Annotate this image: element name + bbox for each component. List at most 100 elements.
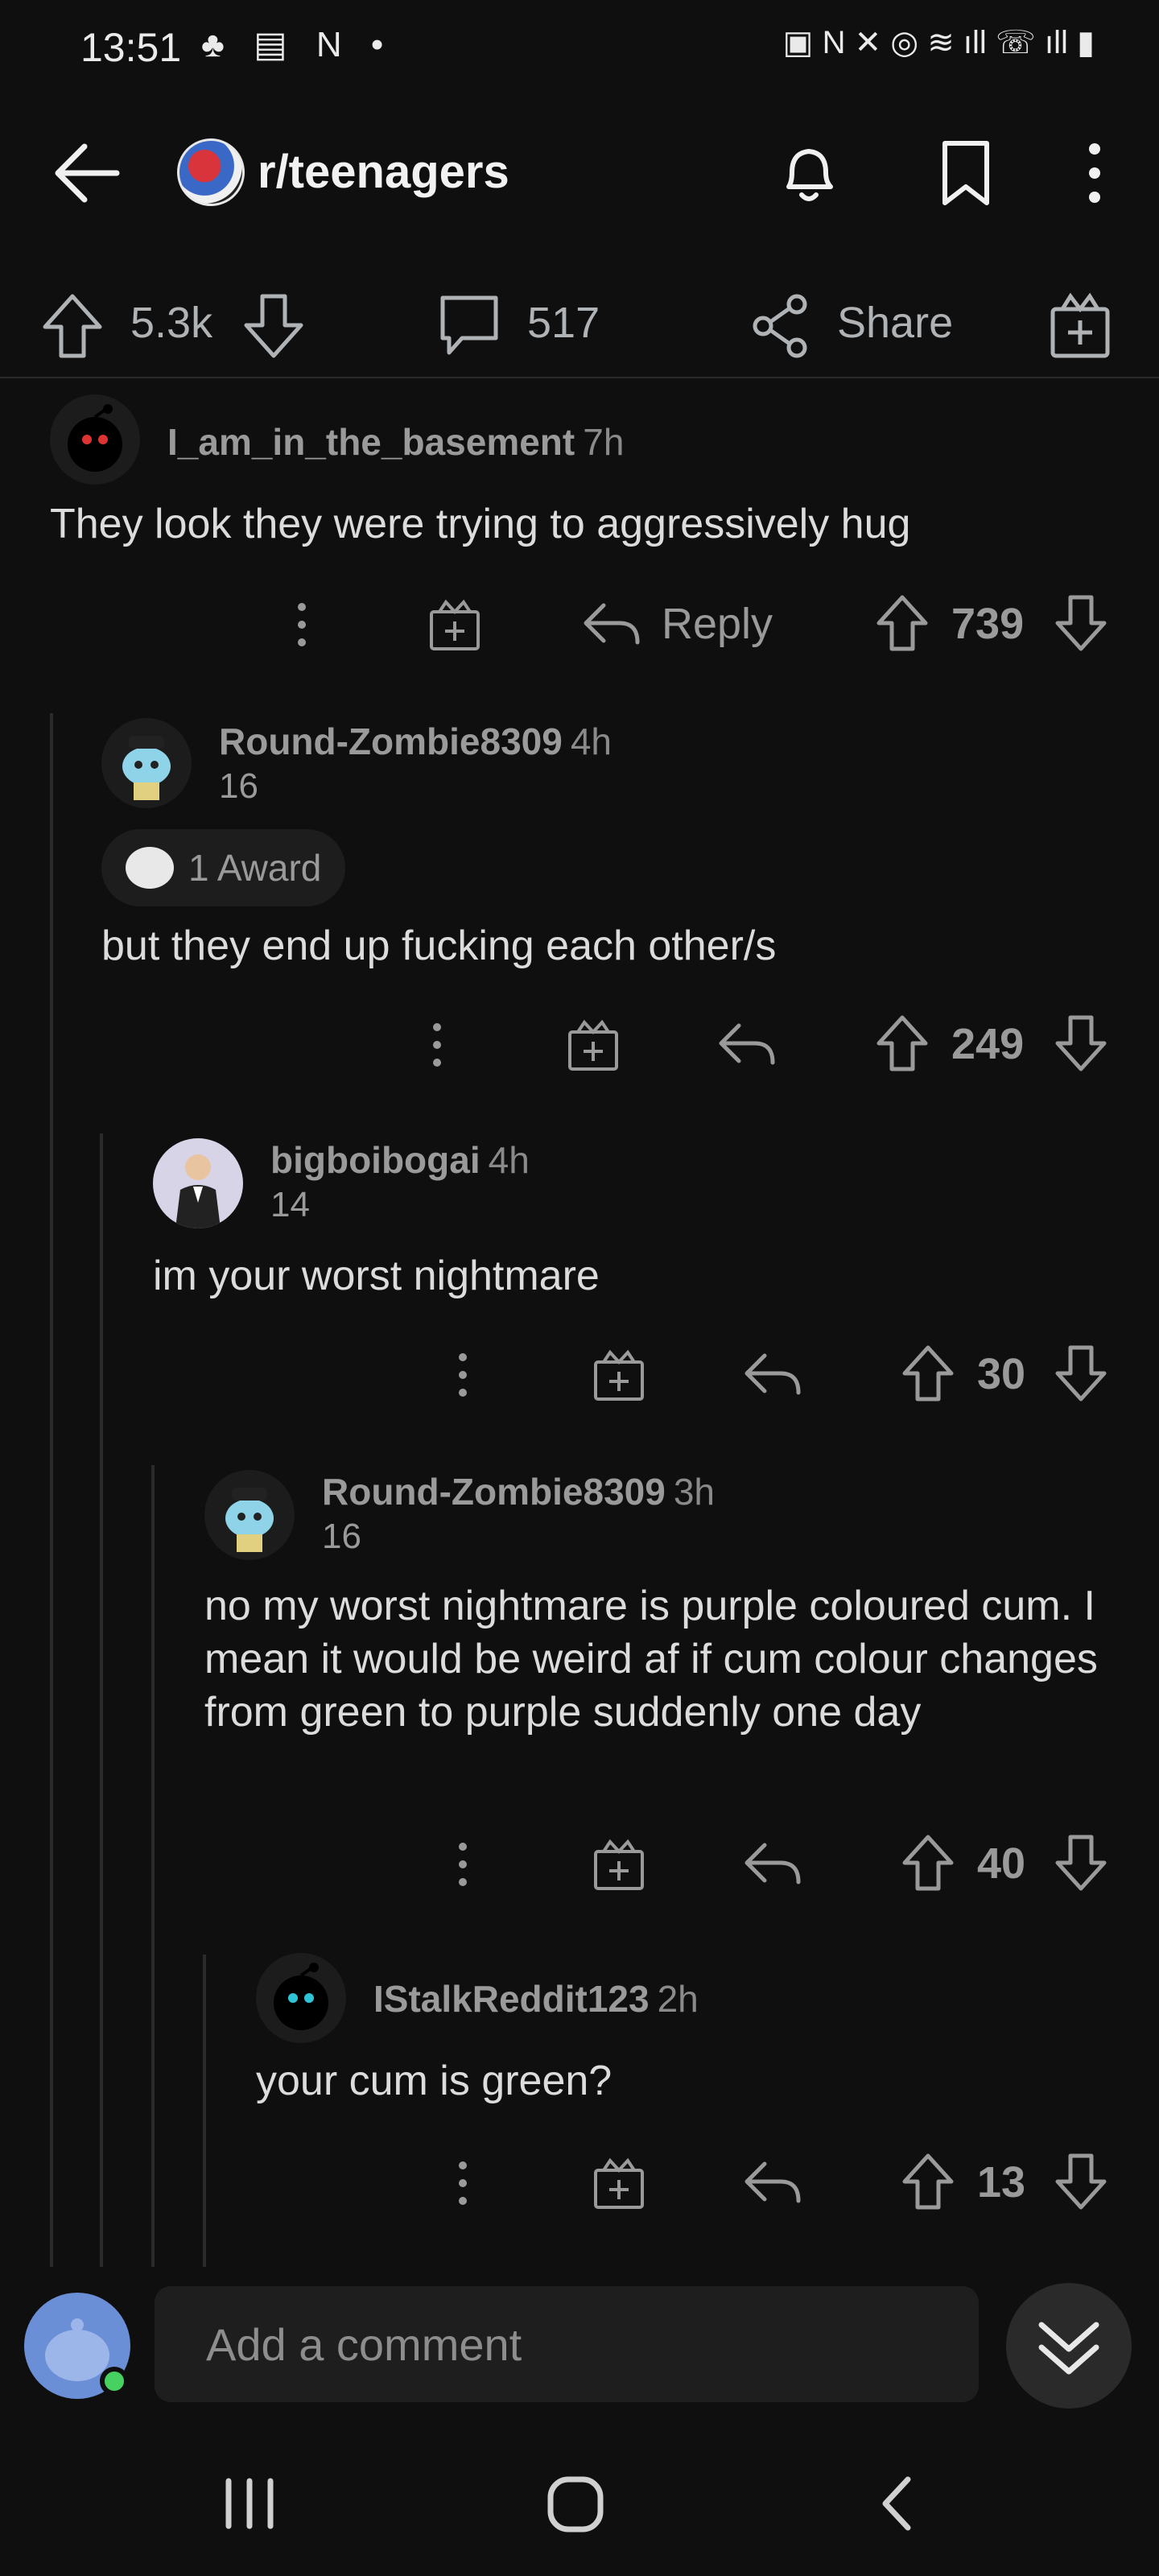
upvote-icon[interactable]: [901, 2153, 955, 2211]
downvote-icon[interactable]: [241, 291, 306, 361]
reply-icon[interactable]: [715, 1018, 779, 1074]
comment-body: your cum is green?: [256, 2058, 612, 2104]
more-options-icon[interactable]: [443, 2146, 483, 2219]
comment-score: 30: [977, 1350, 1026, 1398]
more-options-icon[interactable]: [417, 1008, 457, 1080]
username-text[interactable]: I_am_in_the_basement: [167, 421, 575, 463]
reply-icon[interactable]: [740, 1837, 805, 1893]
status-notification-icons: ♣ ▤ N •: [201, 25, 394, 64]
thread-line[interactable]: [50, 713, 53, 2267]
comment-actions: 30: [0, 1338, 1159, 1410]
bookmark-icon[interactable]: [934, 137, 998, 209]
nav-back-icon[interactable]: [869, 2471, 926, 2536]
user-flair: 14: [270, 1185, 310, 1224]
comment-username[interactable]: bigboibogai 4h: [270, 1138, 530, 1182]
more-options-icon[interactable]: [282, 588, 322, 660]
comment-time: 4h: [570, 720, 612, 762]
avatar[interactable]: [50, 394, 140, 485]
comment-bubble-icon[interactable]: [435, 291, 504, 361]
comment-time: 2h: [657, 1978, 699, 2020]
avatar[interactable]: [153, 1138, 243, 1228]
more-options-icon[interactable]: [443, 1338, 483, 1410]
upvote-icon[interactable]: [876, 1014, 929, 1072]
downvote-icon[interactable]: [1054, 1344, 1107, 1402]
comment-body: but they end up fucking each other/s: [101, 923, 777, 969]
downvote-icon[interactable]: [1054, 2153, 1107, 2211]
comment-time: 7h: [583, 421, 625, 463]
upvote-icon[interactable]: [901, 1344, 955, 1402]
user-flair: 16: [322, 1517, 361, 1556]
downvote-icon[interactable]: [1054, 1014, 1107, 1072]
upvote-icon[interactable]: [40, 291, 105, 361]
reply-icon[interactable]: [580, 597, 644, 654]
more-options-icon[interactable]: [443, 1827, 483, 1900]
comment-username[interactable]: I_am_in_the_basement 7h: [167, 420, 624, 464]
comment-actions: 13: [0, 2146, 1159, 2219]
online-status-dot: [100, 2367, 129, 2396]
upvote-icon[interactable]: [901, 1834, 955, 1892]
bell-icon[interactable]: [773, 137, 845, 209]
comment-body: no my worst nightmare is purple coloured…: [204, 1583, 1098, 1736]
award-gift-icon[interactable]: [1046, 290, 1114, 362]
status-system-icons: ▣ N ✕ ◎ ≋ ıll ☏ ıll ▮: [782, 25, 1095, 60]
username-text[interactable]: bigboibogai: [270, 1139, 481, 1181]
username-text[interactable]: IStalkReddit123: [373, 1978, 650, 2020]
post-action-bar: 5.3k 517 Share: [0, 274, 1159, 378]
reply-icon[interactable]: [740, 1348, 805, 1404]
award-gift-icon[interactable]: [591, 1348, 647, 1404]
upvote-icon[interactable]: [876, 594, 929, 652]
home-icon[interactable]: [539, 2468, 612, 2541]
award-count: 1 Award: [188, 847, 322, 889]
comment-time: 4h: [488, 1139, 530, 1181]
comment-score: 40: [977, 1839, 1026, 1888]
comment-actions: 40: [0, 1827, 1159, 1900]
award-pill[interactable]: 1 Award: [101, 829, 346, 906]
award-gift-icon[interactable]: [591, 1837, 647, 1893]
award-gift-icon[interactable]: [591, 2156, 647, 2212]
thread-line[interactable]: [203, 1955, 206, 2267]
user-flair: 16: [219, 766, 258, 806]
comment-username[interactable]: Round-Zombie8309 3h: [322, 1470, 715, 1513]
comment-actions: 249: [0, 1008, 1159, 1080]
downvote-icon[interactable]: [1054, 594, 1107, 652]
award-icon: [126, 847, 174, 889]
back-arrow-icon[interactable]: [48, 137, 129, 209]
status-time: 13:51: [80, 25, 182, 70]
comment-body: im your worst nightmare: [153, 1253, 600, 1299]
award-gift-icon[interactable]: [565, 1018, 621, 1074]
avatar[interactable]: [256, 1953, 346, 2043]
recent-apps-icon[interactable]: [217, 2471, 282, 2536]
username-text[interactable]: Round-Zombie8309: [322, 1471, 666, 1513]
comment-input-placeholder: Add a comment: [206, 2319, 522, 2370]
comment-username[interactable]: IStalkReddit123 2h: [373, 1977, 699, 2021]
subreddit-name[interactable]: r/teenagers: [258, 145, 509, 199]
comment-score: 249: [951, 1020, 1025, 1068]
share-icon[interactable]: [749, 291, 813, 361]
compose-bar: Add a comment: [0, 2278, 1159, 2415]
comment-count[interactable]: 517: [527, 298, 600, 348]
thread-line[interactable]: [100, 1133, 103, 2267]
share-label[interactable]: Share: [837, 298, 953, 348]
status-bar: 13:51 ♣ ▤ N • ▣ N ✕ ◎ ≋ ıll ☏ ıll ▮: [0, 0, 1159, 97]
collapse-threads-button[interactable]: [1006, 2283, 1132, 2409]
comment-time: 3h: [673, 1471, 715, 1513]
reply-icon[interactable]: [740, 2156, 805, 2212]
post-score: 5.3k: [130, 299, 213, 347]
comment-input[interactable]: Add a comment: [155, 2286, 979, 2402]
avatar[interactable]: [101, 718, 192, 808]
system-nav-bar: [0, 2439, 1159, 2576]
subreddit-avatar[interactable]: [177, 138, 245, 206]
app-bar: r/teenagers: [0, 121, 1159, 225]
reply-button[interactable]: Reply: [662, 599, 773, 649]
award-gift-icon[interactable]: [427, 597, 483, 654]
comment-score: 13: [977, 2158, 1026, 2207]
username-text[interactable]: Round-Zombie8309: [219, 720, 563, 762]
comment-body: They look they were trying to aggressive…: [50, 501, 911, 547]
double-chevron-down-icon: [1038, 2322, 1099, 2375]
downvote-icon[interactable]: [1054, 1834, 1107, 1892]
comment-score: 739: [951, 600, 1025, 648]
kebab-icon[interactable]: [1070, 137, 1119, 209]
comment-username[interactable]: Round-Zombie8309 4h: [219, 720, 612, 763]
comment-actions: Reply 739: [0, 588, 1159, 660]
avatar[interactable]: [204, 1470, 295, 1560]
